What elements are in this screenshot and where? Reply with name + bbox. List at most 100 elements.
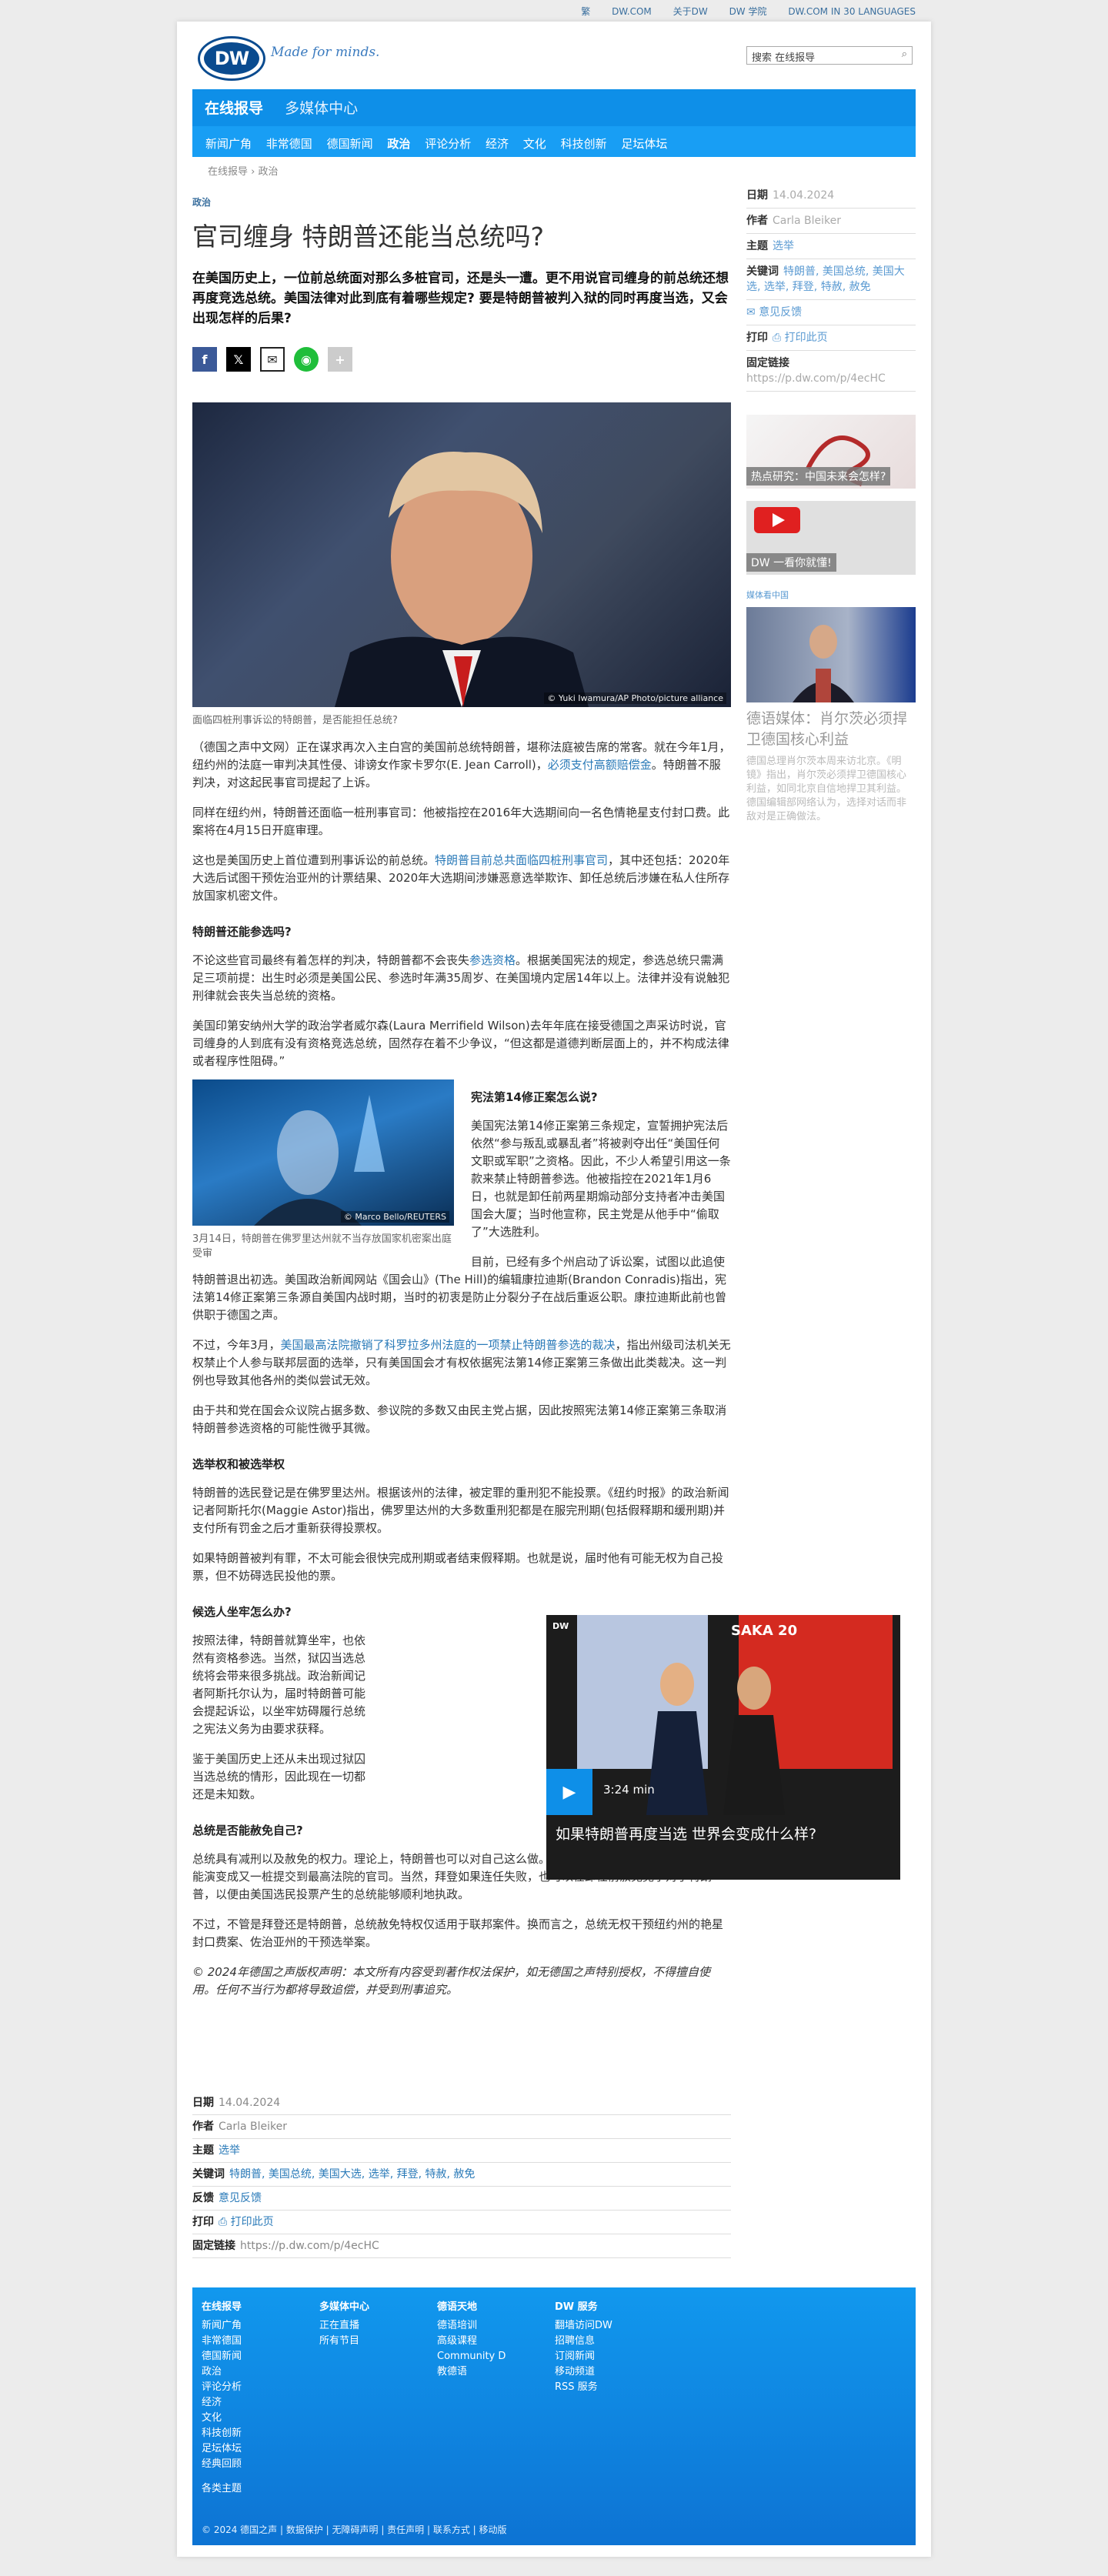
footer-link[interactable]: Community D bbox=[437, 2349, 506, 2364]
footer-col1-head[interactable]: 在线报导 bbox=[202, 2300, 242, 2315]
nav-item-news[interactable]: 新闻广角 bbox=[205, 137, 252, 151]
p4-text: 不论这些官司最终有着怎样的判决，特朗普都不会丧失 bbox=[192, 953, 470, 967]
sidebar-author-label: 作者 bbox=[746, 215, 768, 227]
share-bar: f 𝕏 ✉ ◉ + bbox=[192, 347, 731, 372]
p3-link[interactable]: 特朗普目前总共面临四桩刑事官司 bbox=[435, 853, 608, 867]
footer-col3-head[interactable]: 德语天地 bbox=[437, 2300, 506, 2315]
footmeta-permalink[interactable]: https://p.dw.com/p/4ecHC bbox=[240, 2240, 379, 2252]
languages-link[interactable]: DW.COM IN 30 LANGUAGES bbox=[788, 6, 916, 17]
search-input[interactable]: 搜索 在线报导 ⌕ bbox=[746, 46, 913, 65]
nav-item-politics[interactable]: 政治 bbox=[387, 137, 410, 151]
footer-link[interactable]: 评论分析 bbox=[202, 2380, 242, 2395]
footer-copyright: © 2024 德国之声 | 数据保护 | 无障碍声明 | 责任声明 | 联系方式… bbox=[202, 2524, 507, 2535]
promo-scholz-image[interactable] bbox=[746, 607, 916, 702]
footmeta-print-icon: ⎙ bbox=[219, 2216, 231, 2228]
breadcrumb[interactable]: 在线报导 › 政治 bbox=[208, 163, 278, 178]
search-placeholder: 搜索 在线报导 bbox=[752, 52, 816, 64]
paragraph-15: 不过，不管是拜登还是特朗普，总统赦免特权仅适用于联邦案件。换而言之，总统无权干预… bbox=[192, 1917, 724, 1949]
footer-all-topics-link[interactable]: 各类主题 bbox=[202, 2481, 242, 2497]
footer-link[interactable]: 经典回顾 bbox=[202, 2457, 242, 2472]
footer-link[interactable]: 高级课程 bbox=[437, 2334, 506, 2349]
footer-link[interactable]: 足坛体坛 bbox=[202, 2441, 242, 2457]
paragraph-7: 目前，已经有多个州启动了诉讼案，试图以此追使特朗普退出初选。美国政治新闻网站《国… bbox=[192, 1255, 727, 1322]
promo3-title[interactable]: 德语媒体：肖尔茨必须捍卫德国核心利益 bbox=[746, 709, 916, 750]
site-footer: 在线报导 新闻广角 非常德国 德国新闻 政治 评论分析 经济 文化 科技创新 足… bbox=[192, 2287, 916, 2545]
about-dw-link[interactable]: 关于DW bbox=[673, 6, 708, 17]
trump-portrait-illustration bbox=[335, 452, 589, 707]
footer-link[interactable]: 移动频道 bbox=[555, 2364, 612, 2380]
sidebar-date: 14.04.2024 bbox=[773, 189, 835, 202]
traditional-chinese-link[interactable]: 繁 bbox=[581, 6, 590, 17]
footer-link[interactable]: 科技创新 bbox=[202, 2426, 242, 2441]
p8-text: 不过，今年3月， bbox=[192, 1338, 281, 1352]
footer-link[interactable]: 德语培训 bbox=[437, 2318, 506, 2334]
tagline: Made for minds. bbox=[271, 45, 380, 60]
footer-col4-head[interactable]: DW 服务 bbox=[555, 2300, 612, 2315]
nav-item-german-news[interactable]: 德国新闻 bbox=[327, 137, 373, 151]
line-share-icon[interactable]: ◉ bbox=[294, 347, 319, 372]
footer-link[interactable]: 翻墙访问DW bbox=[555, 2318, 612, 2334]
footer-link[interactable]: 所有节目 bbox=[319, 2334, 369, 2349]
p1-link[interactable]: 必须支付高额赔偿金 bbox=[548, 758, 652, 772]
dw-academy-link[interactable]: DW 学院 bbox=[729, 6, 767, 17]
x-share-icon[interactable]: 𝕏 bbox=[226, 347, 251, 372]
promo-dw-explained[interactable]: DW 一看你就懂! bbox=[746, 501, 916, 575]
video-title[interactable]: 如果特朗普再度当选 世界会变成什么样? bbox=[556, 1823, 816, 1844]
footmeta-topic-link[interactable]: 选举 bbox=[219, 2144, 240, 2157]
sidebar-date-label: 日期 bbox=[746, 189, 768, 202]
footer-link[interactable]: 订阅新闻 bbox=[555, 2349, 612, 2364]
paragraph-5: 美国印第安纳州大学的政治学者威尔森(Laura Merrifield Wilso… bbox=[192, 1019, 729, 1068]
p8-link[interactable]: 美国最高法院撤销了科罗拉多州法庭的一项禁止特朗普参选的裁决 bbox=[281, 1338, 616, 1352]
footer-link[interactable]: 经济 bbox=[202, 2395, 242, 2411]
search-icon[interactable]: ⌕ bbox=[902, 48, 907, 60]
sidebar-print-link[interactable]: 打印此页 bbox=[785, 332, 828, 344]
footer-link[interactable]: 政治 bbox=[202, 2364, 242, 2380]
footer-link[interactable]: 教德语 bbox=[437, 2364, 506, 2380]
footmeta-print-link[interactable]: 打印此页 bbox=[231, 2216, 274, 2228]
footmeta-date: 14.04.2024 bbox=[219, 2097, 281, 2109]
footer-link[interactable]: 正在直播 bbox=[319, 2318, 369, 2334]
nav-item-science[interactable]: 科技创新 bbox=[561, 137, 607, 151]
sidebar: 日期 14.04.2024 作者 Carla Bleiker 主题 选举 关键词 特朗普… bbox=[746, 183, 916, 824]
sidebar-permalink[interactable]: https://p.dw.com/p/4ecHC bbox=[746, 372, 886, 385]
footer-col2-head[interactable]: 多媒体中心 bbox=[319, 2300, 369, 2315]
nav-item-economy[interactable]: 经济 bbox=[486, 137, 509, 151]
sidebar-feedback-link[interactable]: 意见反馈 bbox=[759, 306, 802, 319]
dw-com-link[interactable]: DW.COM bbox=[612, 6, 652, 17]
hero-credit: © Yuki Iwamura/AP Photo/picture alliance bbox=[544, 692, 726, 704]
nav-item-commentary[interactable]: 评论分析 bbox=[425, 137, 471, 151]
footmeta-keywords[interactable]: 特朗普, 美国总统, 美国大选, 选举, 拜登, 特赦, 赦免 bbox=[229, 2168, 475, 2181]
promo-china-future[interactable]: 热点研究：中国未来会怎样? bbox=[746, 415, 916, 489]
footer-link[interactable]: 非常德国 bbox=[202, 2334, 242, 2349]
footer-link[interactable]: 招聘信息 bbox=[555, 2334, 612, 2349]
email-share-icon[interactable]: ✉ bbox=[260, 347, 285, 372]
p4-link[interactable]: 参选资格 bbox=[469, 953, 516, 967]
facebook-share-icon[interactable]: f bbox=[192, 347, 217, 372]
page-container: DW Made for minds. 搜索 在线报导 ⌕ 在线报导 多媒体中心 … bbox=[177, 22, 931, 2557]
footmeta-feedback-link[interactable]: 意见反馈 bbox=[219, 2192, 262, 2204]
footer-col-online: 在线报导 新闻广角 非常德国 德国新闻 政治 评论分析 经济 文化 科技创新 足… bbox=[202, 2300, 242, 2497]
play-icon[interactable]: ▶ bbox=[546, 1769, 592, 1815]
nav-item-culture[interactable]: 文化 bbox=[523, 137, 546, 151]
nav-online-reports[interactable]: 在线报导 bbox=[205, 100, 263, 117]
footmeta-topic-label: 主题 bbox=[192, 2144, 214, 2157]
nav-item-sports[interactable]: 足坛体坛 bbox=[621, 137, 667, 151]
paragraph-10: 特朗普的选民登记是在佛罗里达州。根据该州的法律，被定罪的重刑犯不能投票。《纽约时… bbox=[192, 1486, 729, 1535]
video-player[interactable]: SAKA 20 DW ▶ 3:24 min 如果特朗普再度当选 世界会变成什么样… bbox=[546, 1615, 900, 1880]
article-rubric[interactable]: 政治 bbox=[192, 195, 731, 209]
footer-link[interactable]: RSS 服务 bbox=[555, 2380, 612, 2395]
footer-link[interactable]: 文化 bbox=[202, 2411, 242, 2426]
more-share-icon[interactable]: + bbox=[328, 347, 352, 372]
paragraph-12: 按照法律，特朗普就算坐牢，也依然有资格参选。当然，狱囚当选总统将会带来很多挑战。… bbox=[192, 1633, 366, 1736]
promo3-text: 德国总理肖尔茨本周来访北京。《明镜》指出，肖尔茨必须捍卫德国核心利益，如同北京自… bbox=[746, 756, 907, 823]
footer-link[interactable]: 新闻广角 bbox=[202, 2318, 242, 2334]
media-center-heading[interactable]: 媒体看中国 bbox=[746, 589, 916, 601]
dw-logo[interactable]: DW bbox=[200, 38, 263, 78]
sidebar-permalink-label: 固定链接 bbox=[746, 357, 789, 369]
footer-link[interactable]: 德国新闻 bbox=[202, 2349, 242, 2364]
nav-item-germany[interactable]: 非常德国 bbox=[266, 137, 312, 151]
sidebar-topic-label: 主题 bbox=[746, 240, 768, 252]
nav-multimedia[interactable]: 多媒体中心 bbox=[285, 100, 358, 117]
footmeta-date-label: 日期 bbox=[192, 2097, 214, 2109]
sidebar-topic-link[interactable]: 选举 bbox=[773, 240, 794, 252]
